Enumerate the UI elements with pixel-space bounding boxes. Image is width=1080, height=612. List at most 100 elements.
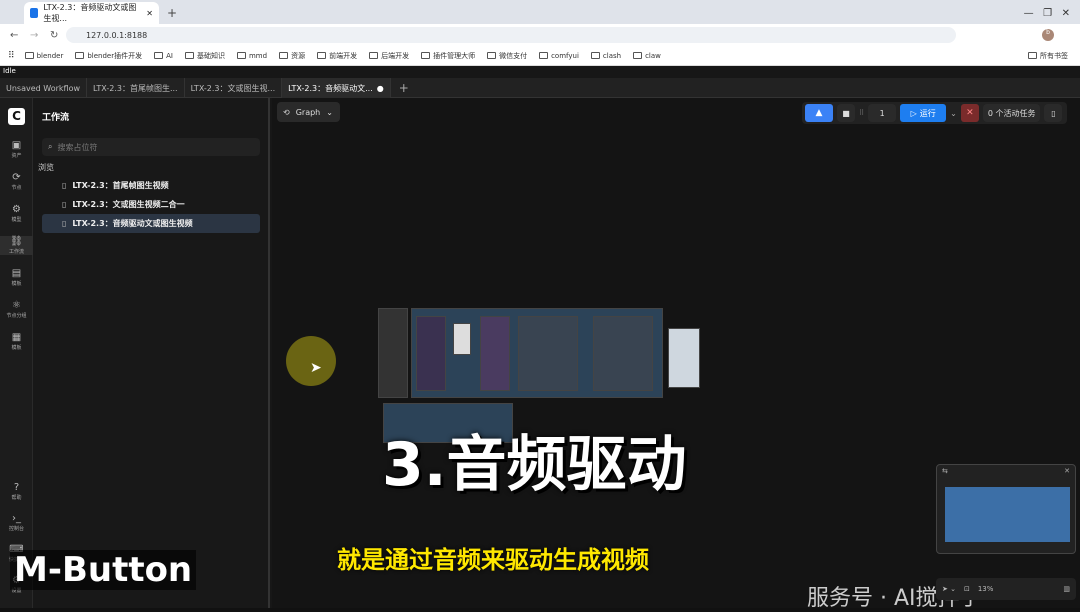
workflow-list-item[interactable]: ▯ LTX-2.3：文或图生视频二合一 [42,195,260,214]
image-preview [453,323,471,355]
node-group[interactable] [480,316,510,391]
all-bookmarks[interactable]: 所有书签 [1028,51,1068,61]
window-controls[interactable]: — ❐ ✕ [1014,8,1080,24]
folder-icon [75,52,85,59]
bookmark-label: 基础知识 [196,51,225,60]
sidebar-bottom-item[interactable]: ? 帮助 [0,482,33,501]
sidebar-item[interactable]: ⟳ 节点 [0,172,33,191]
fit-view-icon[interactable]: ⊡ [964,585,970,593]
add-workflow-tab-icon[interactable]: + [391,78,417,97]
queue-button[interactable]: 0 个活动任务 [982,104,1041,122]
minimap-close-icon[interactable]: ✕ [1064,467,1070,475]
browser-tab-strip: LTX-2.3：音频驱动文或图生视... ✕ + — ❐ ✕ [0,0,1080,24]
apps-icon[interactable]: ⠿ [8,51,15,61]
select-tool-icon[interactable]: ➤ ⌄ [942,585,956,593]
workflow-tabs: Unsaved Workflow LTX-2.3：首尾帧图生... LTX-2.3：… [0,78,1080,98]
bookmark-item[interactable]: 基础知识 [184,51,225,61]
workflow-tab-label: LTX-2.3：文或图生视... [190,83,276,93]
forward-icon[interactable]: → [30,30,38,41]
cancel-button[interactable]: ✕ [960,104,979,122]
workflow-item-label: LTX-2.3：音频驱动文或图生视频 [72,219,193,228]
workflow-item-label: LTX-2.3：文或图生视频二合一 [72,200,185,209]
minimap-toggle-icon[interactable]: ▥ [1063,585,1070,593]
workflow-icon: ⛓ [10,236,23,247]
logo-button[interactable]: ▲ [805,104,833,122]
panel-title: 工作流 [42,113,70,123]
sidebar-item[interactable]: ⚙ 模型 [0,204,33,223]
folder-icon [24,52,34,59]
folder-icon [539,52,549,59]
graph-mode-button[interactable]: ⟲ Graph ⌄ [277,102,340,122]
new-tab-icon[interactable]: + [167,6,177,20]
search-icon: ⌕ [48,142,53,151]
bookmark-item[interactable]: 后端开发 [369,51,409,61]
bookmark-item[interactable]: 微信支付 [487,51,527,61]
url-field[interactable]: 127.0.0.1:8188 [66,27,956,43]
browse-label: 浏览 [38,163,54,172]
graph-canvas[interactable]: ⟲ Graph ⌄ ▲ ■ ⠿ 1 ▷ 运行 ⌄ ✕ 0 个活动任务 ▯ ➤ 3… [272,98,1080,611]
unsaved-dot-icon: ● [376,83,384,93]
run-label: 运行 [919,108,936,118]
reload-icon[interactable]: ↻ [50,30,58,41]
image-icon: ▣ [11,140,22,151]
sidebar-item[interactable]: ⚛ 节点分组 [0,300,33,319]
folder-icon [279,52,289,59]
workflow-tab[interactable]: LTX-2.3：首尾帧图生... [87,78,185,98]
run-button[interactable]: ▷ 运行 [900,104,947,122]
workflow-tab[interactable]: Unsaved Workflow [0,78,88,98]
minimap[interactable]: ⇆ ✕ [936,464,1076,554]
stop-button[interactable]: ■ [837,104,855,122]
bookmark-item[interactable]: comfyui [539,51,579,61]
sidebar-item[interactable]: ▤ 模板 [0,268,33,287]
overlay-heading: 3.音频驱动 [382,430,687,500]
bookmark-item[interactable]: blender [24,51,64,61]
minimap-settings-icon[interactable]: ⇆ [942,467,948,475]
zoom-level[interactable]: 13% [978,585,994,593]
sidebar-label: 模型 [11,217,22,223]
minimap-graph [945,487,1070,542]
sidebar-item[interactable]: ▦ 模板 [0,332,33,351]
bookmark-label: blender [36,51,64,60]
bookmark-item[interactable]: 插件管理大师 [421,51,475,61]
bookmark-item[interactable]: 资源 [279,51,305,61]
node-group[interactable] [416,316,446,391]
browser-tab[interactable]: LTX-2.3：音频驱动文或图生视... ✕ [24,2,159,24]
sidebar-bottom-item[interactable]: ›_ 控制台 [0,513,33,532]
folder-icon [633,52,643,59]
profile-avatar[interactable]: b [1042,29,1054,41]
node-group[interactable] [378,308,408,398]
graph-label: Graph [295,107,321,117]
node-group[interactable] [518,316,578,391]
node-group[interactable] [593,316,653,391]
key-label: M-Button [10,550,197,590]
all-bookmarks-label: 所有书签 [1040,51,1068,60]
sidebar-label: 资产 [11,153,22,159]
back-icon[interactable]: ← [10,30,18,41]
panel-toggle-button[interactable]: ▯ [1044,104,1063,122]
sidebar-item[interactable]: ⛓ 工作流 [0,236,33,255]
sidebar-item[interactable]: ▣ 资产 [0,140,33,159]
folder-icon [1028,52,1037,59]
run-options-icon[interactable]: ⌄ [950,109,957,118]
comfy-logo-icon[interactable]: C [8,108,25,125]
bookmark-item[interactable]: mmd [236,51,267,61]
close-tab-icon[interactable]: ✕ [146,9,153,18]
workflow-list-item[interactable]: ▯ LTX-2.3：音频驱动文或图生视频 [42,214,260,233]
bookmark-item[interactable]: AI [154,51,173,61]
bookmark-item[interactable]: claw [633,51,661,61]
graph-icon: ⟲ [283,107,290,117]
workflow-item-label: LTX-2.3：首尾帧图生视频 [72,181,169,190]
search-input[interactable]: ⌕ 搜索占位符 [42,138,260,156]
bookmark-item[interactable]: clash [590,51,622,61]
workflow-tab[interactable]: LTX-2.3：音频驱动文... ● [282,78,391,98]
address-bar: ← → ↻ 127.0.0.1:8188 b [0,24,1080,46]
bookmark-label: clash [602,51,622,60]
drag-handle-icon[interactable]: ⠿ [859,109,864,117]
workflow-list-item[interactable]: ▯ LTX-2.3：首尾帧图生视频 [42,176,260,195]
workflow-tab[interactable]: LTX-2.3：文或图生视... [185,78,283,98]
bookmark-item[interactable]: blender插件开发 [75,51,142,61]
sidebar-label: 控制台 [8,526,24,532]
bookmark-item[interactable]: 前端开发 [317,51,357,61]
sidebar-label: 节点 [11,185,22,191]
batch-count-input[interactable]: 1 [868,104,897,122]
